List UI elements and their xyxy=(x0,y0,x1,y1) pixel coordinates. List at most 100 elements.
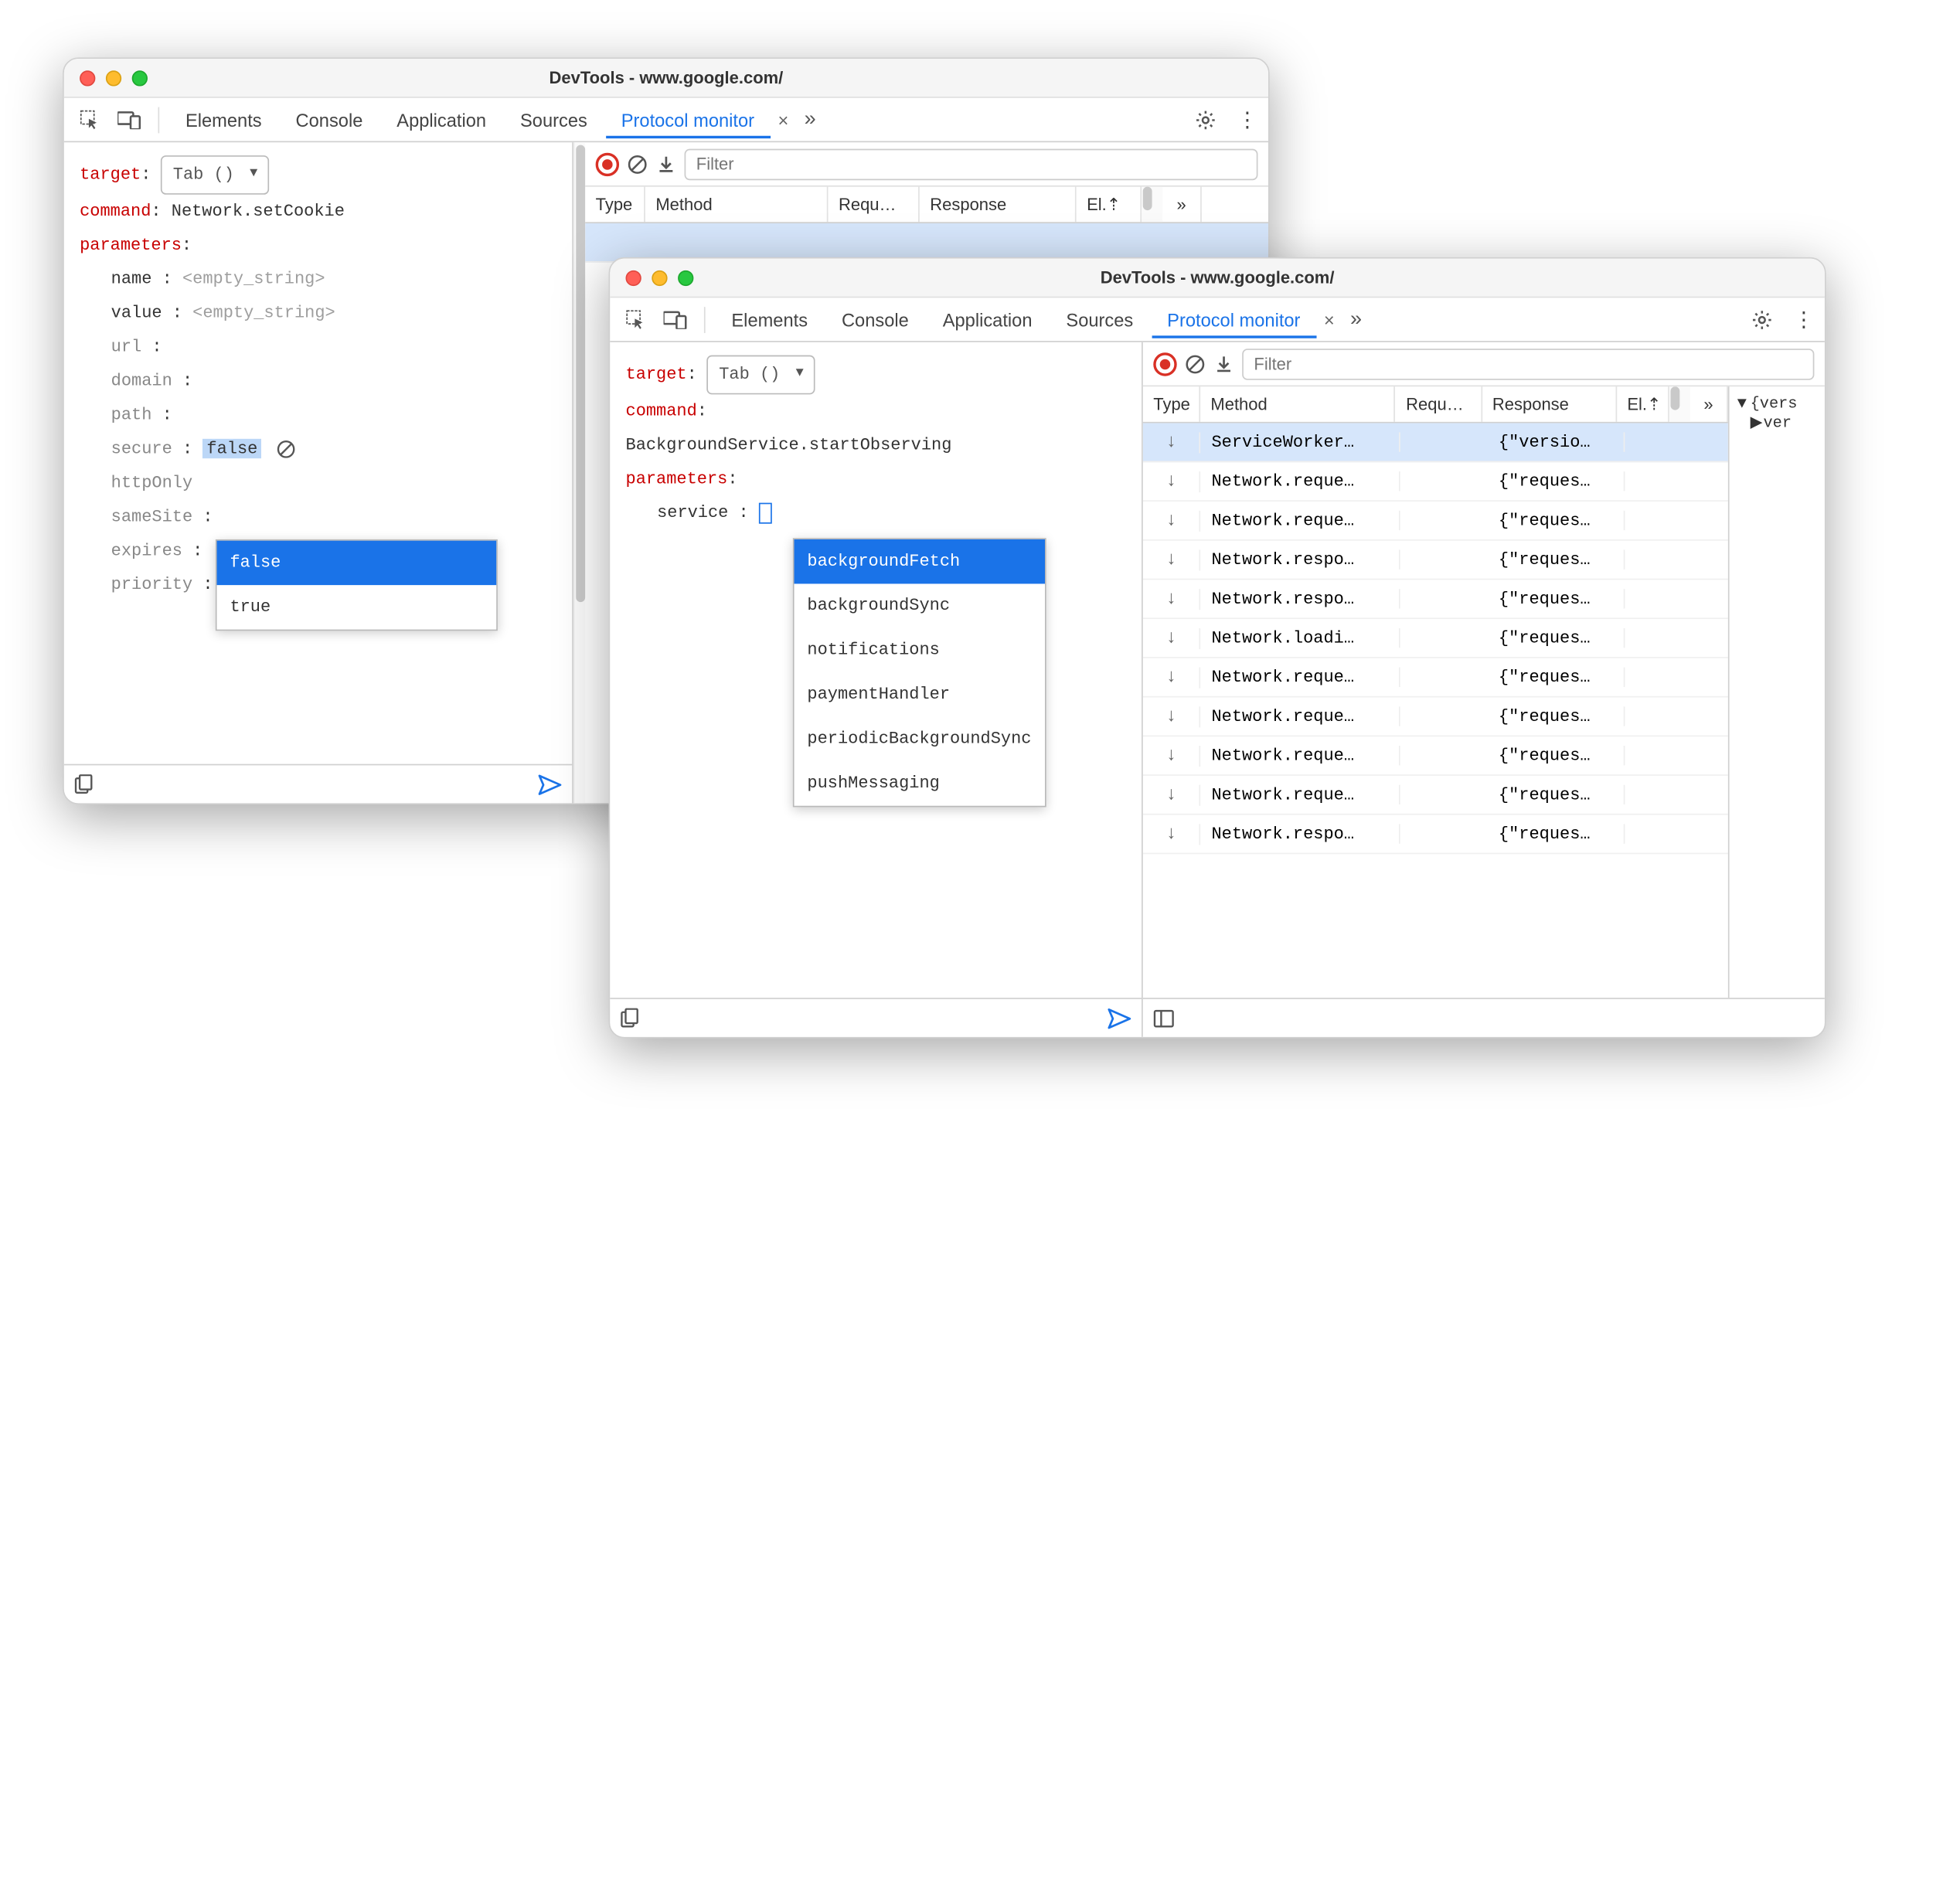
inspect-element-icon[interactable] xyxy=(72,101,108,138)
target-select[interactable]: Tab () ▼ xyxy=(707,355,815,395)
window-title: DevTools - www.google.com/ xyxy=(64,68,1268,87)
device-toolbar-icon[interactable] xyxy=(657,301,693,338)
popup-option[interactable]: pushMessaging xyxy=(795,761,1045,805)
tab-application[interactable]: Application xyxy=(927,301,1047,338)
param-url[interactable]: url xyxy=(111,337,142,356)
record-icon[interactable] xyxy=(596,152,619,175)
cell-response: {"reques… xyxy=(1488,471,1625,491)
param-service[interactable]: service xyxy=(657,503,728,522)
download-icon[interactable] xyxy=(655,154,676,175)
col-elapsed[interactable]: El.⇡ xyxy=(1617,386,1669,422)
tab-console[interactable]: Console xyxy=(280,101,378,138)
popup-option-false[interactable]: false xyxy=(217,541,497,585)
filter-input[interactable] xyxy=(685,148,1258,180)
toggle-panel-icon[interactable] xyxy=(1153,1009,1174,1028)
target-select[interactable]: Tab () ▼ xyxy=(162,155,270,195)
cell-response: {"reques… xyxy=(1488,628,1625,648)
tree-row[interactable]: ▶ver xyxy=(1737,413,1817,432)
arrow-down-icon: ↓ xyxy=(1165,706,1176,726)
parameters-label: parameters xyxy=(80,235,182,254)
boolean-popup[interactable]: false true xyxy=(216,539,498,631)
clear-icon[interactable] xyxy=(1185,353,1206,374)
param-priority[interactable]: priority xyxy=(111,575,192,594)
tab-sources[interactable]: Sources xyxy=(505,101,603,138)
command-value[interactable]: Network.setCookie xyxy=(172,201,345,220)
table-row[interactable]: ↓Network.reque…{"reques… xyxy=(1143,736,1728,776)
service-popup[interactable]: backgroundFetch backgroundSync notificat… xyxy=(793,538,1046,807)
param-name[interactable]: name xyxy=(111,269,152,288)
param-samesite[interactable]: sameSite xyxy=(111,507,192,526)
tree-row[interactable]: ▼{vers xyxy=(1737,394,1817,413)
cell-method: Network.respo… xyxy=(1201,824,1400,843)
table-row[interactable]: ↓Network.loadi…{"reques… xyxy=(1143,619,1728,658)
tab-elements[interactable]: Elements xyxy=(170,101,277,138)
tab-protocol-monitor[interactable]: Protocol monitor xyxy=(605,101,770,138)
more-tabs-icon[interactable]: » xyxy=(1342,308,1366,331)
download-icon[interactable] xyxy=(1213,353,1234,374)
tab-console[interactable]: Console xyxy=(826,301,924,338)
more-cols-icon[interactable]: » xyxy=(1162,187,1202,223)
col-method[interactable]: Method xyxy=(645,187,829,223)
more-tabs-icon[interactable]: » xyxy=(796,107,819,131)
col-method[interactable]: Method xyxy=(1200,386,1396,422)
device-toolbar-icon[interactable] xyxy=(111,101,148,138)
copy-icon[interactable] xyxy=(74,774,94,794)
kebab-menu-icon[interactable]: ⋮ xyxy=(1791,306,1817,332)
col-response[interactable]: Response xyxy=(1482,386,1616,422)
param-domain[interactable]: domain xyxy=(111,371,172,390)
col-type[interactable]: Type xyxy=(1143,386,1200,422)
record-icon[interactable] xyxy=(1153,352,1176,375)
param-path[interactable]: path xyxy=(111,405,152,424)
clear-icon[interactable] xyxy=(627,154,648,175)
table-row[interactable]: ↓Network.reque…{"reques… xyxy=(1143,697,1728,736)
tab-sources[interactable]: Sources xyxy=(1050,301,1148,338)
popup-option[interactable]: backgroundSync xyxy=(795,583,1045,627)
clear-value-icon[interactable] xyxy=(277,440,295,458)
settings-gear-icon[interactable] xyxy=(1751,309,1788,330)
popup-option[interactable]: periodicBackgroundSync xyxy=(795,717,1045,761)
param-value[interactable]: value xyxy=(111,303,162,322)
settings-gear-icon[interactable] xyxy=(1195,109,1231,130)
tab-protocol-monitor[interactable]: Protocol monitor xyxy=(1152,301,1316,338)
table-row[interactable]: ↓Network.respo…{"reques… xyxy=(1143,815,1728,855)
table-row[interactable]: ↓Network.respo…{"reques… xyxy=(1143,580,1728,619)
popup-option[interactable]: backgroundFetch xyxy=(795,539,1045,583)
table-row[interactable]: ↓Network.reque…{"reques… xyxy=(1143,502,1728,541)
send-icon[interactable] xyxy=(538,774,561,794)
inspect-element-icon[interactable] xyxy=(618,301,654,338)
popup-option-true[interactable]: true xyxy=(217,585,497,629)
col-request[interactable]: Requ… xyxy=(828,187,919,223)
popup-option[interactable]: notifications xyxy=(795,628,1045,672)
titlebar: DevTools - www.google.com/ xyxy=(610,259,1825,298)
param-service-input[interactable] xyxy=(759,502,772,523)
command-label: command xyxy=(80,201,151,220)
table-row[interactable]: ↓Network.respo…{"reques… xyxy=(1143,541,1728,580)
more-cols-icon[interactable]: » xyxy=(1690,386,1728,422)
param-httponly[interactable]: httpOnly xyxy=(111,473,192,492)
param-expires[interactable]: expires xyxy=(111,541,182,560)
filter-input[interactable] xyxy=(1242,348,1814,379)
col-type[interactable]: Type xyxy=(585,187,645,223)
send-icon[interactable] xyxy=(1108,1008,1131,1029)
command-editor: target: Tab () ▼ command: Network.setCoo… xyxy=(64,142,572,764)
col-response[interactable]: Response xyxy=(920,187,1077,223)
tab-elements[interactable]: Elements xyxy=(716,301,823,338)
popup-option[interactable]: paymentHandler xyxy=(795,672,1045,716)
col-request[interactable]: Requ… xyxy=(1396,386,1482,422)
close-tab-icon[interactable]: × xyxy=(1319,309,1339,330)
param-secure-value[interactable]: false xyxy=(202,439,261,458)
col-elapsed[interactable]: El.⇡ xyxy=(1077,187,1142,223)
table-row[interactable]: ↓Network.reque…{"reques… xyxy=(1143,462,1728,502)
command-value[interactable]: BackgroundService.startObserving xyxy=(626,428,1126,462)
param-secure[interactable]: secure xyxy=(111,439,172,458)
cell-response: {"reques… xyxy=(1488,589,1625,608)
kebab-menu-icon[interactable]: ⋮ xyxy=(1234,107,1261,133)
cell-method: Network.loadi… xyxy=(1201,628,1400,648)
table-row[interactable]: ↓Network.reque…{"reques… xyxy=(1143,658,1728,698)
table-row[interactable]: ↓Network.reque…{"reques… xyxy=(1143,776,1728,815)
close-tab-icon[interactable]: × xyxy=(773,109,794,130)
copy-icon[interactable] xyxy=(621,1008,640,1028)
table-row[interactable]: ↓ServiceWorker…{"versio… xyxy=(1143,423,1728,463)
protocol-toolbar xyxy=(1143,342,1825,386)
tab-application[interactable]: Application xyxy=(381,101,502,138)
